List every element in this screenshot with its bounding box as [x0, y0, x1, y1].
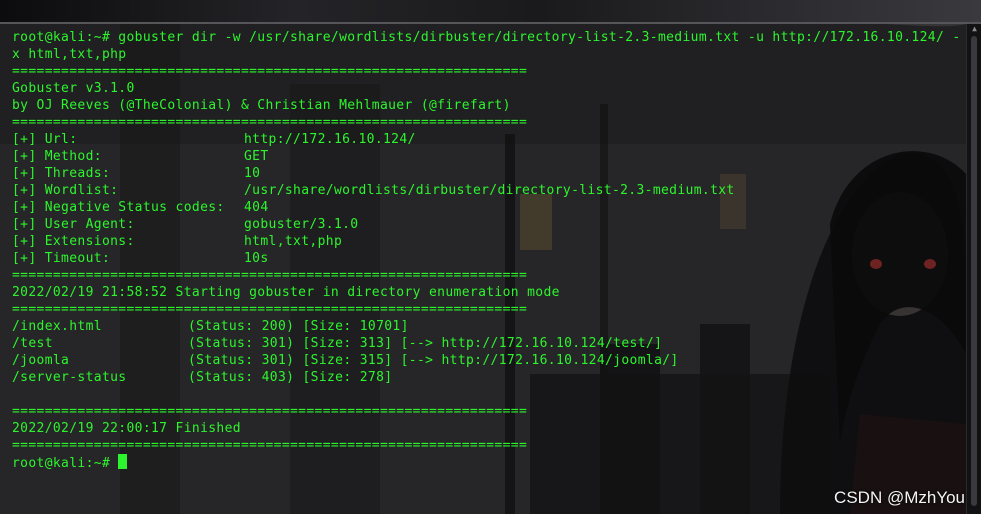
result-status: (Status: 403) [Size: 278] — [188, 370, 393, 385]
result-row: /joomla (Status: 301) [Size: 315] [--> ht… — [12, 352, 962, 369]
config-row: [+] Wordlist: /usr/share/wordlists/dirbus… — [12, 182, 962, 199]
config-key: [+] Url: — [12, 132, 78, 147]
shell-prompt: root@kali:~# — [12, 456, 111, 471]
config-value: 10s — [244, 251, 269, 266]
config-value: /usr/share/wordlists/dirbuster/directory… — [244, 183, 735, 198]
terminal-window[interactable]: root@kali:~# gobuster dir -w /usr/share/… — [0, 24, 966, 514]
scrollbar-thumb[interactable] — [971, 36, 977, 506]
result-status: (Status: 301) [Size: 315] [--> http://17… — [188, 353, 679, 368]
prompt-line[interactable]: root@kali:~# — [12, 454, 962, 471]
config-key: [+] Threads: — [12, 166, 111, 181]
banner-version: Gobuster v3.1.0 — [12, 81, 135, 96]
separator-line: ========================================… — [12, 268, 528, 283]
config-value: 10 — [244, 166, 261, 181]
config-row: [+] User Agent: gobuster/3.1.0 — [12, 216, 962, 233]
config-row: [+] Extensions: html,txt,php — [12, 233, 962, 250]
config-key: [+] User Agent: — [12, 217, 135, 232]
watermark: CSDN @MzhYou — [834, 488, 965, 507]
separator-line: ========================================… — [12, 115, 528, 130]
banner-authors: by OJ Reeves (@TheColonial) & Christian … — [12, 98, 511, 113]
scroll-up-icon[interactable]: ▲ — [968, 24, 981, 34]
separator-line: ========================================… — [12, 438, 528, 453]
config-key: [+] Wordlist: — [12, 183, 119, 198]
config-value: html,txt,php — [244, 234, 343, 249]
config-key: [+] Negative Status codes: — [12, 200, 225, 215]
result-status: (Status: 301) [Size: 313] [--> http://17… — [188, 336, 663, 351]
config-value: GET — [244, 149, 269, 164]
config-row: [+] Timeout: 10s — [12, 250, 962, 267]
config-row: [+] Negative Status codes: 404 — [12, 199, 962, 216]
config-row: [+] Method: GET — [12, 148, 962, 165]
config-row: [+] Threads: 10 — [12, 165, 962, 182]
separator-line: ========================================… — [12, 64, 528, 79]
separator-line: ========================================… — [12, 302, 528, 317]
config-key: [+] Method: — [12, 149, 102, 164]
result-path: /server-status — [12, 370, 127, 385]
result-row: /index.html (Status: 200) [Size: 10701] — [12, 318, 962, 335]
screenshot-frame: root@kali:~# gobuster dir -w /usr/share/… — [0, 0, 981, 514]
config-value: gobuster/3.1.0 — [244, 217, 359, 232]
config-key: [+] Extensions: — [12, 234, 135, 249]
config-row: [+] Url: http://172.16.10.124/ — [12, 131, 962, 148]
result-path: /test — [12, 336, 53, 351]
result-path: /joomla — [12, 353, 70, 368]
config-value: http://172.16.10.124/ — [244, 132, 416, 147]
config-key: [+] Timeout: — [12, 251, 111, 266]
text-cursor[interactable] — [118, 454, 128, 469]
result-row: /test (Status: 301) [Size: 313] [--> http… — [12, 335, 962, 352]
result-status: (Status: 200) [Size: 10701] — [188, 319, 409, 334]
result-path: /index.html — [12, 319, 102, 334]
start-message: 2022/02/19 21:58:52 Starting gobuster in… — [12, 285, 560, 300]
result-row: /server-status (Status: 403) [Size: 278] — [12, 369, 962, 386]
config-value: 404 — [244, 200, 269, 215]
desktop-wallpaper-strip — [0, 0, 981, 24]
command-line: root@kali:~# gobuster dir -w /usr/share/… — [12, 30, 961, 62]
separator-line: ========================================… — [12, 404, 528, 419]
terminal-scrollbar[interactable]: ▲ — [966, 24, 981, 514]
terminal-output: root@kali:~# gobuster dir -w /usr/share/… — [12, 29, 962, 471]
finish-message: 2022/02/19 22:00:17 Finished — [12, 421, 241, 436]
